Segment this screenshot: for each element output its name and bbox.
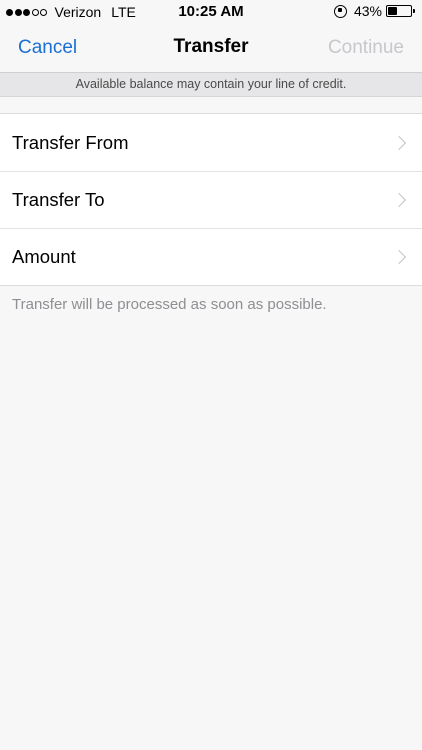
credit-info-banner: Available balance may contain your line …	[0, 72, 422, 97]
transfer-from-row[interactable]: Transfer From	[0, 114, 422, 171]
status-bar: Verizon LTE 10:25 AM 43%	[0, 0, 422, 24]
chevron-right-icon	[391, 192, 407, 208]
processing-note: Transfer will be processed as soon as po…	[12, 296, 327, 313]
row-label: Amount	[12, 246, 76, 267]
battery-icon	[386, 5, 415, 17]
transfer-to-row[interactable]: Transfer To	[0, 171, 422, 228]
battery-fill	[388, 7, 398, 15]
continue-button[interactable]: Continue	[328, 37, 404, 59]
amount-row[interactable]: Amount	[0, 228, 422, 285]
chevron-right-icon	[391, 135, 407, 150]
row-label: Transfer From	[12, 131, 129, 153]
transfer-options-list: Transfer From Transfer To Amount	[0, 113, 422, 286]
row-label: Transfer To	[12, 189, 105, 210]
chevron-right-icon	[391, 249, 407, 265]
orientation-lock-icon	[333, 4, 347, 18]
battery-percent: 43%	[353, 3, 382, 19]
navigation-bar: Cancel Transfer Continue	[0, 24, 422, 72]
status-right: 43%	[333, 3, 415, 19]
